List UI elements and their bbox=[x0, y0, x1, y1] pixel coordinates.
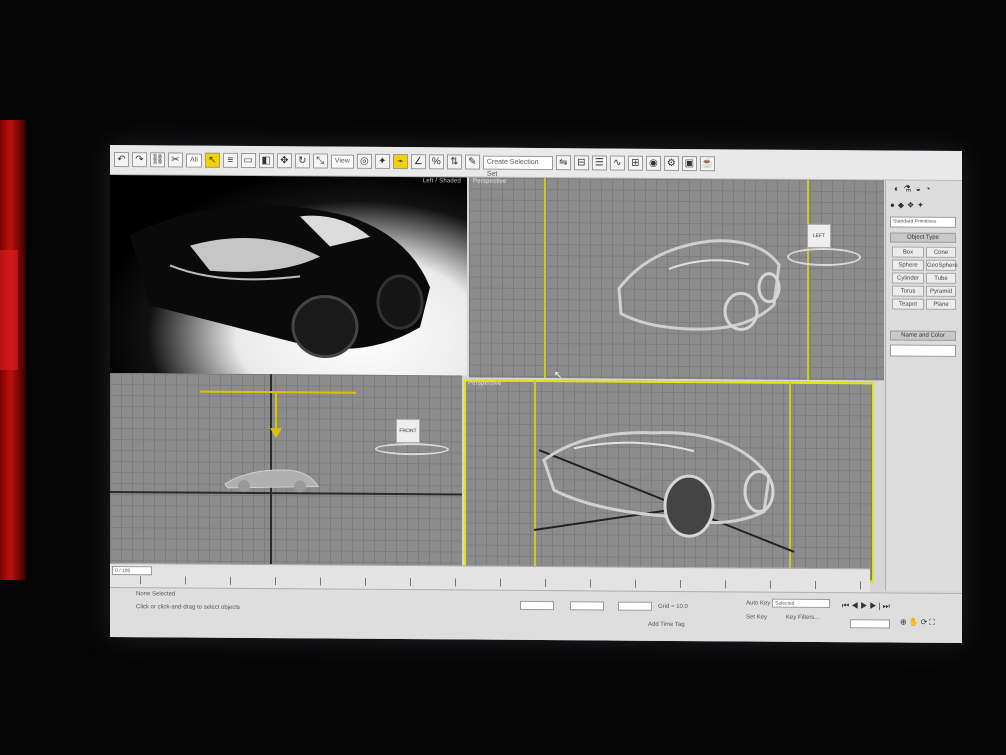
unlink-icon[interactable]: ✂ bbox=[168, 152, 183, 168]
pivot-icon[interactable]: ◎ bbox=[356, 153, 372, 169]
viewcube-ring[interactable] bbox=[787, 247, 861, 267]
scale-icon[interactable]: ⤡ bbox=[312, 153, 328, 169]
rotate-icon[interactable]: ↻ bbox=[294, 153, 310, 169]
named-selection-set-dropdown[interactable]: Create Selection Set bbox=[482, 155, 553, 177]
name-and-color-rollout[interactable]: Name and Color bbox=[890, 330, 956, 341]
selection-status: None Selected bbox=[136, 591, 176, 598]
angle-snap-icon[interactable]: ∠ bbox=[410, 154, 426, 170]
reference-coordinate-dropdown[interactable]: View bbox=[330, 154, 354, 169]
key-filters-button[interactable]: Key Filters... bbox=[786, 615, 819, 621]
align-icon[interactable]: ⊟ bbox=[573, 155, 589, 171]
key-mode-dropdown[interactable]: Selected bbox=[772, 598, 830, 609]
add-time-tag-button[interactable]: Add Time Tag bbox=[648, 622, 685, 628]
create-plane-button[interactable]: Plane bbox=[926, 298, 956, 310]
create-box-button[interactable]: Box bbox=[892, 246, 924, 258]
create-cone-button[interactable]: Cone bbox=[926, 246, 956, 258]
rectangle-selection-icon[interactable]: ▭ bbox=[240, 152, 256, 169]
viewport-top-left[interactable]: Left / Shaded bbox=[110, 175, 467, 376]
viewport-navigation-controls[interactable]: ⊕✋⟳⛶ bbox=[900, 618, 937, 628]
snap-toggle-icon[interactable]: ⌁ bbox=[392, 154, 408, 170]
status-bar: None Selected Click or click-and-drag to… bbox=[110, 587, 962, 643]
rendered-frame-icon[interactable]: ▣ bbox=[681, 156, 697, 172]
create-torus-button[interactable]: Torus bbox=[892, 285, 924, 297]
wireframe-car bbox=[617, 239, 781, 331]
redo-icon[interactable]: ↷ bbox=[132, 152, 147, 168]
background-red-light-highlight bbox=[0, 250, 18, 370]
create-cylinder-button[interactable]: Cylinder bbox=[892, 272, 924, 284]
viewport-bottom-right[interactable]: Perspective bbox=[464, 379, 874, 583]
primitive-type-dropdown[interactable]: Standard Primitives bbox=[890, 216, 956, 228]
window-crossing-icon[interactable]: ◧ bbox=[258, 153, 274, 169]
quick-render-icon[interactable]: ☕ bbox=[699, 156, 715, 172]
wireframe-car bbox=[533, 431, 795, 553]
y-coordinate-field[interactable] bbox=[570, 601, 604, 611]
create-geosphere-button[interactable]: GeoSphere bbox=[926, 259, 958, 271]
layer-manager-icon[interactable]: ☰ bbox=[591, 155, 607, 171]
command-panel-tabs[interactable]: ◐⚗◒◔ bbox=[894, 183, 934, 194]
viewcube[interactable]: FRONT bbox=[396, 419, 420, 444]
select-by-name-icon[interactable]: ≡ bbox=[222, 152, 238, 168]
create-tube-button[interactable]: Tube bbox=[926, 272, 956, 284]
create-teapot-button[interactable]: Teapot bbox=[892, 298, 924, 310]
select-object-icon[interactable]: ↖ bbox=[204, 152, 220, 168]
spinner-snap-icon[interactable]: ⇅ bbox=[446, 154, 462, 170]
monitor-screen: ↶ ↷ ⛓ ✂ All ↖ ≡ ▭ ◧ ✥ ↻ ⤡ View ◎ ✦ ⌁ ∠ %… bbox=[110, 145, 962, 643]
z-coordinate-field[interactable] bbox=[618, 601, 652, 611]
create-pyramid-button[interactable]: Pyramid bbox=[926, 285, 956, 297]
create-category-icons[interactable]: ●◆❖✦ bbox=[890, 200, 927, 209]
move-gizmo[interactable] bbox=[110, 373, 462, 571]
frame-counter[interactable]: 0 / 100 bbox=[112, 566, 152, 576]
schematic-view-icon[interactable]: ⊞ bbox=[627, 155, 643, 171]
manipulate-icon[interactable]: ✦ bbox=[374, 153, 390, 169]
grid-size-readout: Grid = 10.0 bbox=[658, 603, 688, 611]
command-panel: ◐⚗◒◔ ●◆❖✦ Standard Primitives Object Typ… bbox=[885, 180, 962, 591]
set-key-button[interactable]: Set Key bbox=[746, 614, 767, 620]
select-link-icon[interactable]: ⛓ bbox=[150, 152, 165, 168]
viewport-bottom-left[interactable]: FRONT bbox=[110, 373, 462, 572]
create-sphere-button[interactable]: Sphere bbox=[892, 259, 924, 271]
mouse-cursor-icon: ↖ bbox=[554, 370, 563, 382]
edit-named-selection-icon[interactable]: ✎ bbox=[464, 154, 480, 170]
rendered-car bbox=[130, 204, 430, 359]
playback-controls[interactable]: ⏮◀▶▶|⏭ bbox=[842, 601, 892, 611]
current-frame-field[interactable] bbox=[850, 619, 890, 629]
x-coordinate-field[interactable] bbox=[520, 600, 554, 611]
object-type-rollout[interactable]: Object Type bbox=[890, 232, 956, 243]
viewport-top-right[interactable]: Perspective LEFT bbox=[469, 177, 884, 381]
viewcube[interactable]: LEFT bbox=[807, 223, 831, 249]
curve-editor-icon[interactable]: ∿ bbox=[609, 155, 625, 171]
move-icon[interactable]: ✥ bbox=[276, 153, 292, 169]
render-setup-icon[interactable]: ⚙ bbox=[663, 155, 679, 171]
auto-key-button[interactable]: Auto Key bbox=[746, 600, 770, 606]
viewport-label[interactable]: Left / Shaded bbox=[423, 178, 461, 184]
selection-filter-dropdown[interactable]: All bbox=[186, 153, 202, 168]
undo-icon[interactable]: ↶ bbox=[114, 152, 129, 168]
material-editor-icon[interactable]: ◉ bbox=[645, 155, 661, 171]
object-name-field[interactable] bbox=[890, 344, 956, 357]
mirror-icon[interactable]: ⇋ bbox=[555, 155, 571, 171]
percent-snap-icon[interactable]: % bbox=[428, 154, 444, 170]
prompt-line: Click or click-and-drag to select object… bbox=[136, 604, 241, 611]
